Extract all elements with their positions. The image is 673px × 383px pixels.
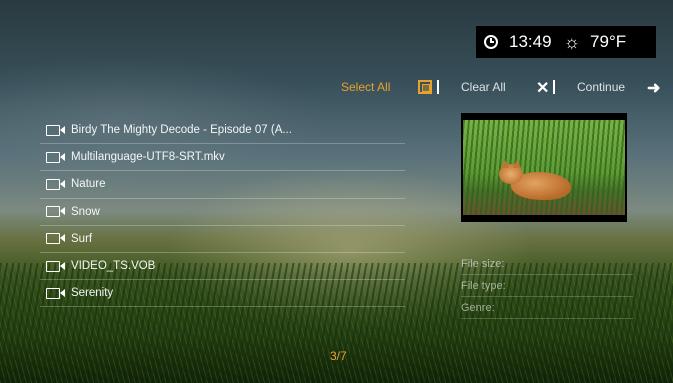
clear-all-button[interactable]: Clear All xyxy=(461,80,506,100)
file-size-label: File size: xyxy=(461,253,633,275)
file-name: Nature xyxy=(71,178,106,191)
video-camera-icon xyxy=(46,260,65,272)
file-name: VIDEO_TS.VOB xyxy=(71,260,156,273)
file-row[interactable]: Birdy The Mighty Decode - Episode 07 (A.… xyxy=(40,117,405,145)
page-indicator: 3/7 xyxy=(330,349,347,363)
clear-x-icon[interactable]: ✕ xyxy=(536,78,549,98)
file-row[interactable]: Multilanguage-UTF8-SRT.mkv xyxy=(40,144,405,172)
file-name: Birdy The Mighty Decode - Episode 07 (A.… xyxy=(71,124,292,137)
separator xyxy=(437,80,439,94)
clock-time: 13:49 xyxy=(509,32,552,51)
select-all-button[interactable]: Select All xyxy=(341,80,390,100)
file-name: Snow xyxy=(71,205,100,218)
file-row[interactable]: VIDEO_TS.VOB xyxy=(40,253,405,281)
file-type-label: File type: xyxy=(461,275,633,297)
fox-preview-image xyxy=(463,120,625,215)
temperature: 79°F xyxy=(590,32,627,51)
continue-button[interactable]: Continue xyxy=(577,80,625,100)
video-camera-icon xyxy=(46,178,65,190)
file-list: Birdy The Mighty Decode - Episode 07 (A.… xyxy=(40,117,405,308)
preview-thumbnail xyxy=(461,113,627,222)
video-camera-icon xyxy=(46,287,65,299)
file-name: Multilanguage-UTF8-SRT.mkv xyxy=(71,151,225,164)
separator xyxy=(553,80,555,94)
file-row[interactable]: Serenity xyxy=(40,280,405,308)
fox-ear xyxy=(501,160,509,168)
file-name: Serenity xyxy=(71,287,114,300)
file-row[interactable]: Nature xyxy=(40,171,405,199)
video-camera-icon xyxy=(46,233,65,245)
file-row[interactable]: Surf xyxy=(40,226,405,253)
file-row[interactable]: Snow xyxy=(40,199,405,226)
fox-ear xyxy=(513,160,521,168)
file-name: Surf xyxy=(71,232,93,245)
video-camera-icon xyxy=(46,151,65,163)
select-all-icon[interactable] xyxy=(418,80,432,94)
status-bar: 13:49 ☼ 79°F xyxy=(476,26,656,58)
arrow-right-icon[interactable]: ➜ xyxy=(647,78,660,98)
video-camera-icon xyxy=(46,206,65,218)
weather-sun-icon: ☼ xyxy=(563,31,581,52)
genre-label: Genre: xyxy=(461,297,633,319)
clock-icon xyxy=(484,35,498,49)
video-camera-icon xyxy=(46,124,65,136)
file-info: File size: File type: Genre: xyxy=(461,253,633,319)
